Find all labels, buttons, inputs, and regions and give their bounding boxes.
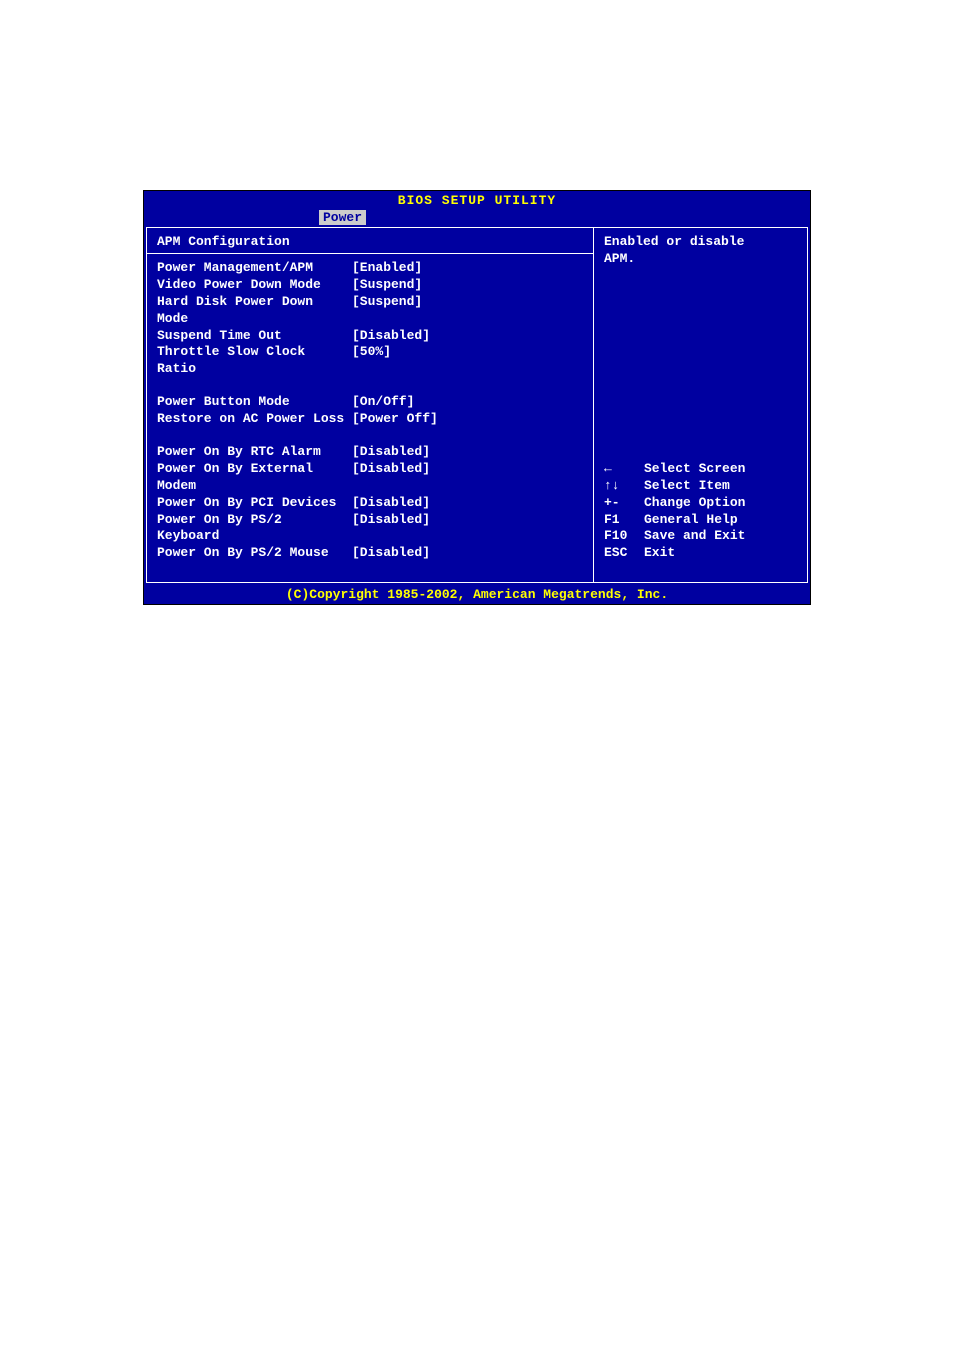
setting-value: [Disabled]	[352, 545, 430, 562]
setting-value: [Enabled]	[352, 260, 422, 277]
setting-value: [50%]	[352, 344, 391, 378]
help-line: Enabled or disable	[604, 234, 797, 251]
setting-row[interactable]: Power Management/APM [Enabled]	[157, 260, 583, 277]
setting-row[interactable]: Power Button Mode [On/Off]	[157, 394, 583, 411]
copyright-text: (C)Copyright 1985-2002, American Megatre…	[286, 587, 668, 602]
setting-label: Power Button Mode	[157, 394, 352, 411]
setting-value: [Disabled]	[352, 444, 430, 461]
title-bar: BIOS SETUP UTILITY	[144, 191, 810, 210]
nav-row: F10 Save and Exit	[604, 528, 797, 545]
setting-label: Restore on AC Power Loss	[157, 411, 352, 428]
nav-key: F10	[604, 528, 644, 545]
bios-window: BIOS SETUP UTILITY Power APM Configurati…	[143, 190, 811, 605]
setting-row[interactable]: Power On By RTC Alarm [Disabled]	[157, 444, 583, 461]
nav-row: ← Select Screen	[604, 461, 797, 478]
setting-value: [Suspend]	[352, 294, 422, 328]
nav-desc: Select Item	[644, 478, 730, 495]
help-panel: Enabled or disable APM. ← Select Screen …	[593, 227, 808, 583]
setting-label: Power On By PCI Devices	[157, 495, 352, 512]
setting-value: [Disabled]	[352, 328, 430, 345]
nav-row: ↑↓ Select Item	[604, 478, 797, 495]
setting-label: Throttle Slow Clock Ratio	[157, 344, 352, 378]
setting-value: [On/Off]	[352, 394, 414, 411]
setting-label: Hard Disk Power Down Mode	[157, 294, 352, 328]
nav-desc: Change Option	[644, 495, 745, 512]
app-title: BIOS SETUP UTILITY	[398, 193, 556, 208]
help-line: APM.	[604, 251, 797, 268]
setting-row[interactable]: Power On By PS/2 Keyboard [Disabled]	[157, 512, 583, 546]
setting-value: [Disabled]	[352, 512, 430, 546]
setting-row[interactable]: Power On By External Modem [Disabled]	[157, 461, 583, 495]
setting-label: Power On By External Modem	[157, 461, 352, 495]
arrow-left-icon: ←	[604, 461, 644, 478]
nav-row: +- Change Option	[604, 495, 797, 512]
setting-label: Suspend Time Out	[157, 328, 352, 345]
setting-row[interactable]: Power On By PCI Devices [Disabled]	[157, 495, 583, 512]
setting-value: [Power Off]	[352, 411, 438, 428]
nav-row: F1 General Help	[604, 512, 797, 529]
setting-row[interactable]: Throttle Slow Clock Ratio [50%]	[157, 344, 583, 378]
nav-desc: Select Screen	[644, 461, 745, 478]
setting-row[interactable]: Power On By PS/2 Mouse [Disabled]	[157, 545, 583, 562]
nav-row: ESC Exit	[604, 545, 797, 562]
arrow-updown-icon: ↑↓	[604, 478, 644, 495]
section-title: APM Configuration	[157, 234, 583, 249]
setting-value: [Disabled]	[352, 495, 430, 512]
setting-value: [Disabled]	[352, 461, 430, 495]
setting-row[interactable]: Hard Disk Power Down Mode [Suspend]	[157, 294, 583, 328]
separator	[147, 253, 593, 254]
setting-value: [Suspend]	[352, 277, 422, 294]
nav-desc: General Help	[644, 512, 738, 529]
nav-desc: Save and Exit	[644, 528, 745, 545]
nav-key: F1	[604, 512, 644, 529]
setting-label: Power On By RTC Alarm	[157, 444, 352, 461]
footer: (C)Copyright 1985-2002, American Megatre…	[144, 585, 810, 604]
help-text: Enabled or disable APM.	[604, 234, 797, 268]
setting-row[interactable]: Video Power Down Mode [Suspend]	[157, 277, 583, 294]
nav-key: +-	[604, 495, 644, 512]
settings-panel: APM Configuration Power Management/APM […	[146, 227, 593, 583]
setting-label: Video Power Down Mode	[157, 277, 352, 294]
tab-row: Power	[144, 210, 810, 225]
setting-row[interactable]: Restore on AC Power Loss [Power Off]	[157, 411, 583, 428]
nav-desc: Exit	[644, 545, 675, 562]
setting-label: Power On By PS/2 Mouse	[157, 545, 352, 562]
setting-label: Power On By PS/2 Keyboard	[157, 512, 352, 546]
main-area: APM Configuration Power Management/APM […	[144, 225, 810, 585]
tab-power[interactable]: Power	[319, 210, 366, 225]
nav-key: ESC	[604, 545, 644, 562]
nav-help: ← Select Screen ↑↓ Select Item +- Change…	[604, 461, 797, 562]
setting-label: Power Management/APM	[157, 260, 352, 277]
setting-row[interactable]: Suspend Time Out [Disabled]	[157, 328, 583, 345]
